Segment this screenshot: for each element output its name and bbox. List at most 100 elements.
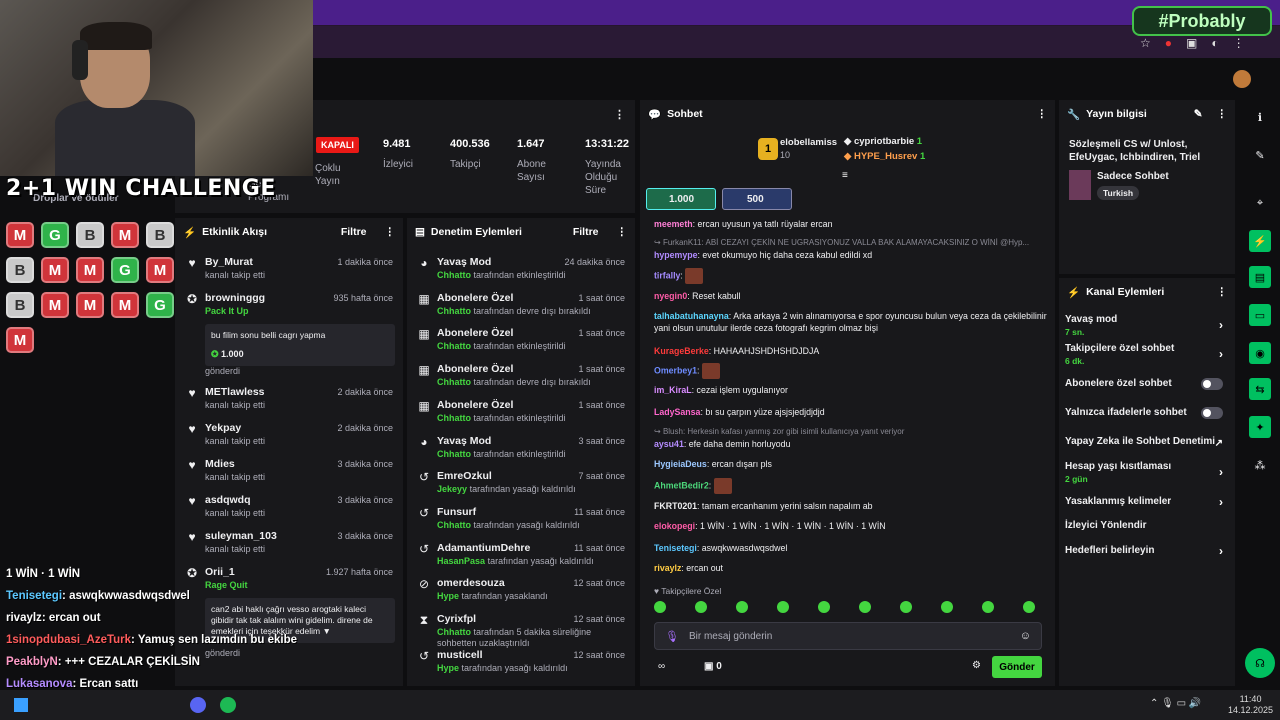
emote-slot[interactable] <box>1023 601 1035 613</box>
chat-message[interactable]: rivaylz: ercan out <box>654 562 1049 574</box>
chat-username[interactable]: HygieiaDeus <box>654 459 707 469</box>
chat-username[interactable]: Tenisetegi <box>654 543 697 553</box>
chat-username[interactable]: FKRT0201 <box>654 501 697 511</box>
tool-icon[interactable]: ✦ <box>1249 416 1271 438</box>
chat-settings-icon[interactable]: ⚙ <box>972 660 981 671</box>
chat-message[interactable]: meemeth: ercan uyusun ya tatlı rüyalar e… <box>654 218 1049 230</box>
edit-pencil-icon[interactable]: ✎ <box>1194 108 1203 120</box>
channel-action[interactable]: Abonelere özel sohbet <box>1065 378 1229 390</box>
windows-start-icon[interactable] <box>14 698 28 712</box>
channel-points-icon[interactable]: ∞ <box>658 661 665 672</box>
broadcast-icon[interactable]: ◉ <box>1249 342 1271 364</box>
emote-slot[interactable] <box>900 601 912 613</box>
chat-message[interactable]: nyegin0: Reset kabull <box>654 290 1049 302</box>
leaderboard-first[interactable]: elobellamiss <box>780 137 837 148</box>
pencil-icon[interactable]: ✎ <box>1249 144 1271 166</box>
chat-message[interactable]: im_KiraL: cezai işlem uygulanıyor <box>654 384 1049 396</box>
points-counter[interactable]: ▣ 0 <box>704 661 722 672</box>
chat-message[interactable]: KurageBerke: HAHAAHJSHDHSHDJDJA <box>654 345 1049 357</box>
chat-username[interactable]: AhmetBedir2 <box>654 480 709 490</box>
chat-message[interactable]: FKRT0201: tamam ercanhanım yerini salsın… <box>654 500 1049 512</box>
chat-message[interactable]: LadySansa: bı su çarpın yüze ajsjsjedjdj… <box>654 406 1049 418</box>
profile-icon[interactable]: ◐ <box>1211 36 1218 50</box>
boost-icon[interactable]: ⚡ <box>1249 230 1271 252</box>
clock[interactable]: 11:40 14.12.2025 <box>1228 694 1273 716</box>
emote-slot[interactable] <box>654 601 666 613</box>
chat-message[interactable]: aysu41: efe daha demin horluyodu <box>654 438 1049 450</box>
chat-reply-context[interactable]: ↪ Blush: Herkesin kafası yanmış zor gibi… <box>654 426 1049 438</box>
leaderboard-expand-icon[interactable]: ≡ <box>842 170 848 181</box>
extensions-icon[interactable]: ▣ <box>1186 36 1197 50</box>
chat-username[interactable]: meemeth <box>654 219 693 229</box>
mod-filter-button[interactable]: Filtre <box>573 226 599 238</box>
emote-slot[interactable] <box>736 601 748 613</box>
spotify-icon[interactable] <box>220 697 236 713</box>
chat-message[interactable]: tirfally: <box>654 268 1049 284</box>
mic-icon[interactable]: 🎙 <box>665 630 679 643</box>
chat-username[interactable]: im_KiraL <box>654 385 692 395</box>
chat-reply-context[interactable]: ↪ FurkanK11: ABİ CEZAYI ÇEKİN NE UGRASIY… <box>654 237 1049 249</box>
emoji-icon[interactable]: ☺ <box>1020 630 1031 642</box>
channel-action[interactable]: Takipçilere özel sohbet 6 dk. › <box>1065 343 1229 366</box>
stats-menu-icon[interactable]: ⋮ <box>614 108 625 121</box>
chat-message[interactable]: Omerbey1: <box>654 363 1049 379</box>
chat-username[interactable]: Omerbey1 <box>654 365 697 375</box>
emote-slot[interactable] <box>982 601 994 613</box>
support-headset-icon[interactable]: ☊ <box>1245 648 1275 678</box>
chat-username[interactable]: LadySansa <box>654 407 700 417</box>
send-button[interactable]: Gönder <box>992 656 1042 678</box>
chat-input[interactable]: 🎙 Bir mesaj gönderin ☺ <box>654 622 1042 650</box>
bits-combo-1000[interactable]: 1.000 <box>646 188 716 210</box>
chat-menu-icon[interactable]: ⋮ <box>1037 108 1048 120</box>
channel-action[interactable]: Yasaklanmış kelimeler › <box>1065 495 1229 509</box>
emote-slot[interactable] <box>941 601 953 613</box>
bookmark-star-icon[interactable]: ☆ <box>1140 36 1151 50</box>
bits-combo-500[interactable]: 500 <box>722 188 792 210</box>
channel-action[interactable]: İzleyici Yönlendir <box>1065 520 1229 531</box>
channel-action[interactable]: Yavaş mod 7 sn. › <box>1065 314 1229 337</box>
more-icon[interactable]: ⁂ <box>1249 454 1271 476</box>
emote-slot[interactable] <box>695 601 707 613</box>
chat-username[interactable]: hypemype <box>654 250 698 260</box>
chat-quick-icon[interactable]: ▭ <box>1249 304 1271 326</box>
chat-username[interactable]: talhabatuhanayna <box>654 311 729 321</box>
activity-menu-icon[interactable]: ⋮ <box>385 226 396 238</box>
raid-icon[interactable]: ⇆ <box>1249 378 1271 400</box>
discord-icon[interactable] <box>190 697 206 713</box>
stream-info-menu-icon[interactable]: ⋮ <box>1217 108 1228 120</box>
language-tag[interactable]: Turkish <box>1097 186 1140 200</box>
channel-action[interactable]: Yapay Zeka ile Sohbet Denetimi ↗ <box>1065 436 1229 449</box>
schedule-icon[interactable]: ▤ <box>1249 266 1271 288</box>
chat-username[interactable]: tirfally <box>654 270 680 280</box>
chat-message[interactable]: hypemype: evet okumuyo hiç daha ceza kab… <box>654 249 1049 261</box>
activity-filter-button[interactable]: Filtre <box>341 226 367 238</box>
category-name[interactable]: Sadece Sohbet <box>1097 171 1169 182</box>
toggle-switch[interactable] <box>1201 407 1223 419</box>
mod-menu-icon[interactable]: ⋮ <box>617 226 628 238</box>
leaderboard-third[interactable]: ◆ HYPE_Husrev 1 <box>844 151 925 162</box>
extension-red-icon[interactable]: ● <box>1165 36 1172 50</box>
channel-action[interactable]: Hedefleri belirleyin › <box>1065 544 1229 558</box>
tray-icons[interactable]: ⌃ 🎙 ▭ 🔊 <box>1150 698 1201 709</box>
chat-message[interactable]: elokopegi: 1 WİN · 1 WİN · 1 WİN · 1 WİN… <box>654 520 1049 532</box>
chat-username[interactable]: rivaylz <box>654 563 681 573</box>
chat-username[interactable]: KurageBerke <box>654 346 709 356</box>
chat-username[interactable]: nyegin0 <box>654 291 687 301</box>
chat-message[interactable]: HygieiaDeus: ercan dışarı pls <box>654 458 1049 470</box>
channel-actions-menu-icon[interactable]: ⋮ <box>1217 286 1228 298</box>
chat-username[interactable]: aysu41 <box>654 439 684 449</box>
info-icon[interactable]: ℹ <box>1249 106 1271 128</box>
channel-action[interactable]: Yalnızca ifadelerle sohbet <box>1065 407 1229 419</box>
emote-slot[interactable] <box>859 601 871 613</box>
toggle-switch[interactable] <box>1201 378 1223 390</box>
emote-slot[interactable] <box>818 601 830 613</box>
category-box-art[interactable] <box>1069 170 1091 200</box>
emote-slot[interactable] <box>777 601 789 613</box>
chat-message[interactable]: AhmetBedir2: <box>654 478 1049 494</box>
clip-icon[interactable]: ⌖ <box>1249 192 1271 214</box>
user-avatar[interactable] <box>1233 70 1251 88</box>
menu-icon[interactable]: ⋮ <box>1233 36 1245 50</box>
chat-message[interactable]: Tenisetegi: aswqkwwasdwqsdwel <box>654 542 1049 554</box>
channel-action[interactable]: Hesap yaşı kısıtlaması 2 gün › <box>1065 461 1229 484</box>
leaderboard-second[interactable]: ◆ cypriotbarbie 1 <box>844 136 922 147</box>
